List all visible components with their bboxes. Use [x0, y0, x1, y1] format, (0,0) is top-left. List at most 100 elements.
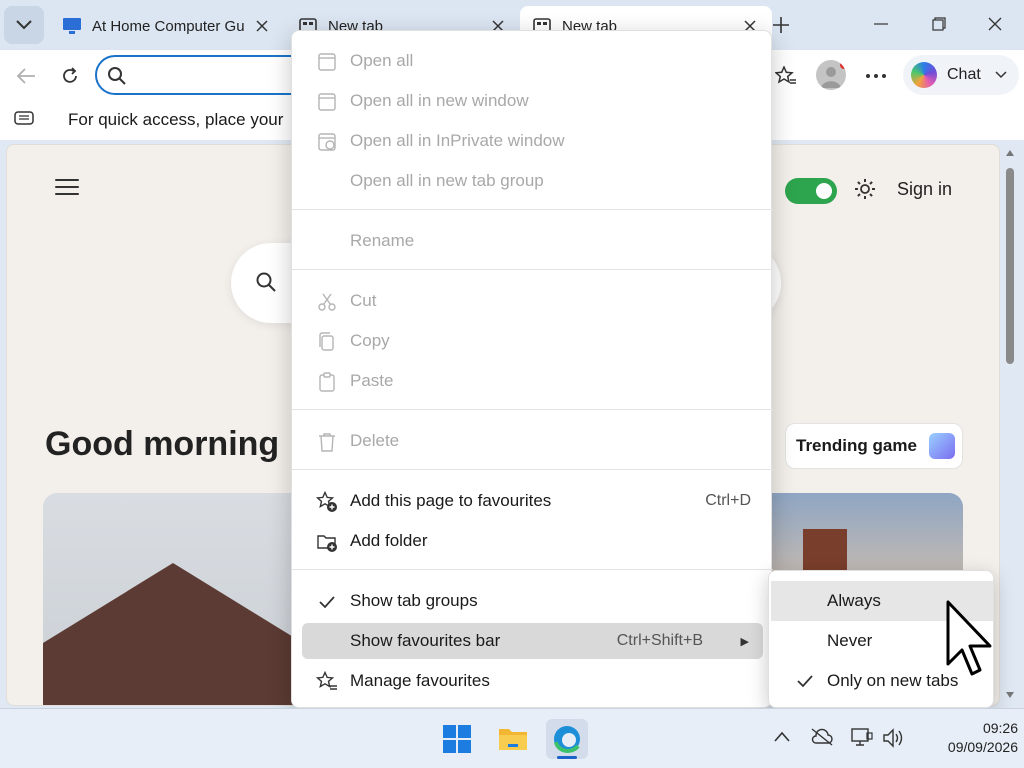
back-button[interactable] — [10, 60, 42, 92]
paste-icon — [319, 372, 335, 392]
menu-item-label: Delete — [350, 431, 400, 450]
clock-time: 09:26 — [982, 720, 1018, 736]
window-icon — [318, 53, 336, 71]
trending-label: Trending game — [796, 436, 917, 455]
submenu-arrow-icon: ▶ — [740, 635, 749, 648]
sign-in-link[interactable]: Sign in — [897, 179, 952, 200]
scroll-down-icon[interactable] — [1005, 690, 1015, 700]
profile-avatar[interactable] — [816, 60, 846, 90]
submenu-item-label: Always — [827, 591, 881, 610]
tab-title: At Home Computer Guides — [92, 17, 244, 35]
menu-item-manage-favourites[interactable]: Manage favourites — [302, 663, 763, 699]
folder-add-icon — [317, 535, 337, 552]
settings-more-button[interactable] — [860, 60, 892, 92]
refresh-button[interactable] — [54, 60, 86, 92]
more-dots-icon — [866, 74, 886, 78]
active-app-indicator — [557, 756, 577, 759]
new-window-icon — [318, 93, 336, 111]
start-button[interactable] — [436, 719, 478, 759]
notification-dot — [840, 61, 846, 69]
star-add-icon — [316, 491, 337, 512]
taskbar-edge[interactable] — [546, 719, 588, 759]
network-ethernet-icon[interactable] — [850, 727, 874, 749]
favourites-bar-prompt: For quick access, place your favourites … — [68, 110, 288, 129]
menu-item-label: Paste — [350, 371, 394, 390]
cloud-offline-icon[interactable] — [810, 727, 834, 747]
menu-item-delete[interactable]: Delete — [302, 423, 763, 459]
system-clock[interactable]: 09:26 09/09/2026 — [918, 719, 1018, 757]
scissors-icon — [318, 293, 336, 311]
menu-item-open-all-new-window[interactable]: Open all in new window — [302, 83, 763, 119]
menu-item-add-folder[interactable]: Add folder — [302, 523, 763, 559]
menu-separator — [292, 409, 773, 410]
clock-date: 09/09/2026 — [947, 739, 1018, 755]
folder-icon — [499, 729, 527, 750]
address-bar[interactable] — [95, 55, 315, 95]
menu-item-label: Manage favourites — [350, 671, 490, 690]
menu-item-open-all-tab-group[interactable]: Open all in new tab group — [302, 163, 763, 199]
menu-item-label: Open all in new tab group — [350, 171, 544, 190]
checkmark-icon — [797, 675, 813, 688]
menu-item-label: Add this page to favourites — [350, 491, 552, 510]
trending-game-button[interactable]: Trending game — [785, 423, 963, 469]
restore-button[interactable] — [910, 0, 968, 48]
chevron-down-icon — [16, 20, 32, 30]
menu-separator — [292, 209, 773, 210]
copilot-chat-button[interactable]: Chat — [903, 55, 1019, 95]
menu-item-label: Open all in new window — [350, 91, 529, 110]
menu-item-copy[interactable]: Copy — [302, 323, 763, 359]
plus-icon — [773, 17, 789, 33]
menu-item-rename[interactable]: Rename — [302, 223, 763, 259]
menu-item-label: Copy — [350, 331, 390, 350]
refresh-icon — [63, 67, 77, 83]
windows-taskbar: 09:26 09/09/2026 — [0, 708, 1024, 768]
menu-item-shortcut: Ctrl+D — [705, 492, 751, 509]
speaker-volume-icon[interactable] — [882, 727, 906, 749]
star-list-icon — [316, 671, 337, 690]
menu-item-add-page-to-favourites[interactable]: Add this page to favourites Ctrl+D — [302, 483, 763, 519]
game-icon — [928, 433, 955, 459]
menu-item-label: Open all in InPrivate window — [350, 131, 565, 150]
chevron-up-icon[interactable] — [774, 731, 790, 743]
menu-item-open-all[interactable]: Open all — [302, 43, 763, 79]
menu-item-cut[interactable]: Cut — [302, 283, 763, 319]
menu-item-label: Rename — [350, 231, 415, 250]
favourites-context-menu: Open all Open all in new window Open all… — [291, 30, 773, 708]
taskbar-file-explorer[interactable] — [492, 719, 534, 759]
menu-item-label: Cut — [350, 291, 377, 310]
scroll-thumb[interactable] — [1006, 168, 1014, 364]
favourites-button[interactable] — [770, 60, 802, 92]
menu-item-paste[interactable]: Paste — [302, 363, 763, 399]
minimize-button[interactable] — [852, 0, 910, 48]
menu-item-show-favourites-bar[interactable]: Show favourites bar Ctrl+Shift+B ▶ — [302, 623, 763, 659]
greeting-heading: Good morning — [45, 425, 280, 463]
submenu-item-label: Never — [827, 631, 873, 650]
gear-icon[interactable] — [853, 177, 877, 201]
favourites-bar-icon — [14, 111, 34, 125]
star-list-icon — [775, 66, 796, 84]
trash-icon — [319, 433, 335, 452]
close-tab-icon[interactable] — [252, 16, 272, 36]
menu-item-label: Open all — [350, 51, 414, 70]
feed-toggle[interactable] — [785, 178, 837, 204]
menu-item-label: Show favourites bar — [350, 631, 501, 650]
chat-label: Chat — [947, 66, 981, 83]
tab-actions-button[interactable] — [4, 6, 44, 44]
menu-item-open-all-inprivate[interactable]: Open all in InPrivate window — [302, 123, 763, 159]
house-roof-shape — [43, 563, 303, 705]
checkmark-icon — [319, 596, 335, 609]
page-scrollbar[interactable] — [1002, 144, 1018, 706]
tab-at-home[interactable]: At Home Computer Guides — [50, 6, 284, 46]
toggle-knob — [816, 183, 832, 199]
close-window-button[interactable] — [966, 0, 1024, 48]
mouse-pointer-icon — [946, 600, 992, 676]
menu-hamburger-icon[interactable] — [55, 179, 79, 199]
menu-separator — [292, 269, 773, 270]
submenu-item-label: Only on new tabs — [827, 671, 959, 690]
copilot-icon — [911, 62, 937, 88]
menu-item-label: Add folder — [350, 531, 428, 550]
scroll-up-icon[interactable] — [1005, 148, 1015, 158]
minimize-icon — [874, 23, 888, 25]
chevron-down-icon — [995, 71, 1007, 79]
menu-item-show-tab-groups[interactable]: Show tab groups — [302, 583, 763, 619]
